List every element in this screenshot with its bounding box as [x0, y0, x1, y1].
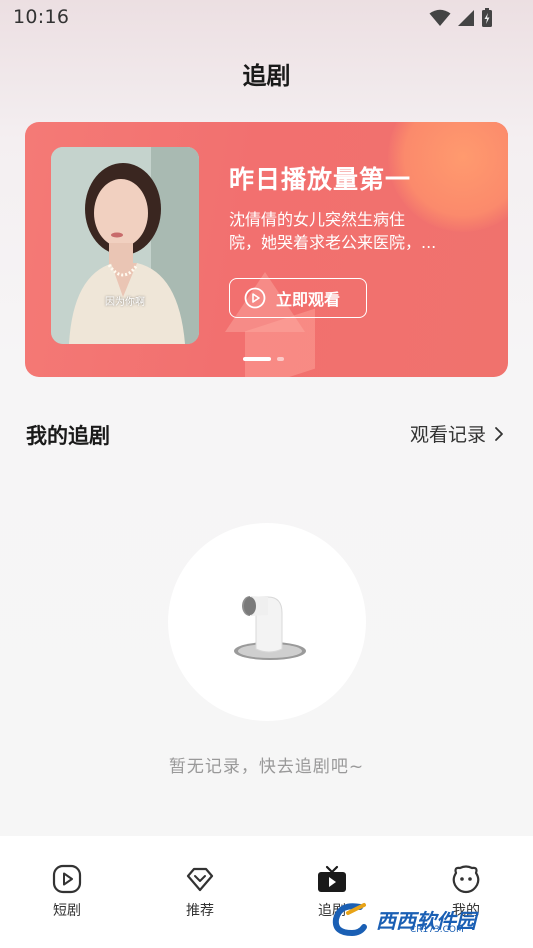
featured-banner[interactable]: 因为你啊 昨日播放量第一 沈倩倩的女儿突然生病住 院，她哭着求老公来医院，...… [25, 122, 508, 377]
carousel-dot-active[interactable] [243, 357, 271, 361]
banner-description-line: 院，她哭着求老公来医院，... [229, 233, 437, 252]
watch-now-label: 立即观看 [276, 290, 341, 309]
status-icons [429, 8, 493, 28]
banner-description: 沈倩倩的女儿突然生病住 院，她哭着求老公来医院，... [229, 208, 461, 254]
play-circle-icon [52, 864, 82, 894]
my-drama-title: 我的追剧 [26, 424, 110, 448]
diamond-icon [186, 867, 214, 892]
status-time: 10:16 [13, 6, 70, 28]
empty-state-message: 暂无记录，快去追剧吧~ [168, 757, 365, 777]
carousel-dot[interactable] [277, 357, 284, 361]
nav-label: 短剧 [53, 903, 81, 919]
poster-caption: 因为你啊 [105, 297, 145, 308]
status-bar: 10:16 [0, 0, 533, 36]
nav-item-recommend[interactable]: 推荐 [160, 864, 240, 920]
site-watermark: 西西软件园 CR173.COM [330, 897, 520, 941]
signal-icon [458, 10, 474, 26]
banner-description-line: 沈倩倩的女儿突然生病住 [229, 210, 406, 229]
poster-image [51, 147, 199, 344]
nav-item-shorts[interactable]: 短剧 [27, 864, 107, 920]
play-circle-icon [244, 287, 266, 309]
banner-title: 昨日播放量第一 [229, 165, 412, 194]
chevron-right-icon [495, 426, 503, 441]
watermark-logo-icon [332, 903, 367, 937]
nav-label: 推荐 [186, 903, 214, 919]
tv-icon [318, 865, 346, 892]
carousel-indicator [243, 357, 284, 361]
wifi-icon [429, 9, 451, 26]
watch-history-label: 观看记录 [409, 424, 486, 446]
watch-now-button[interactable]: 立即观看 [229, 278, 367, 318]
watermark-url: CR173.COM [410, 925, 464, 935]
face-icon [452, 865, 480, 894]
empty-illustration [168, 523, 366, 721]
page-title: 追剧 [242, 62, 291, 90]
battery-charging-icon [482, 8, 492, 27]
watch-history-link[interactable]: 观看记录 [410, 420, 504, 447]
empty-pipe-icon [234, 596, 306, 660]
drama-poster[interactable]: 因为你啊 [51, 147, 199, 344]
